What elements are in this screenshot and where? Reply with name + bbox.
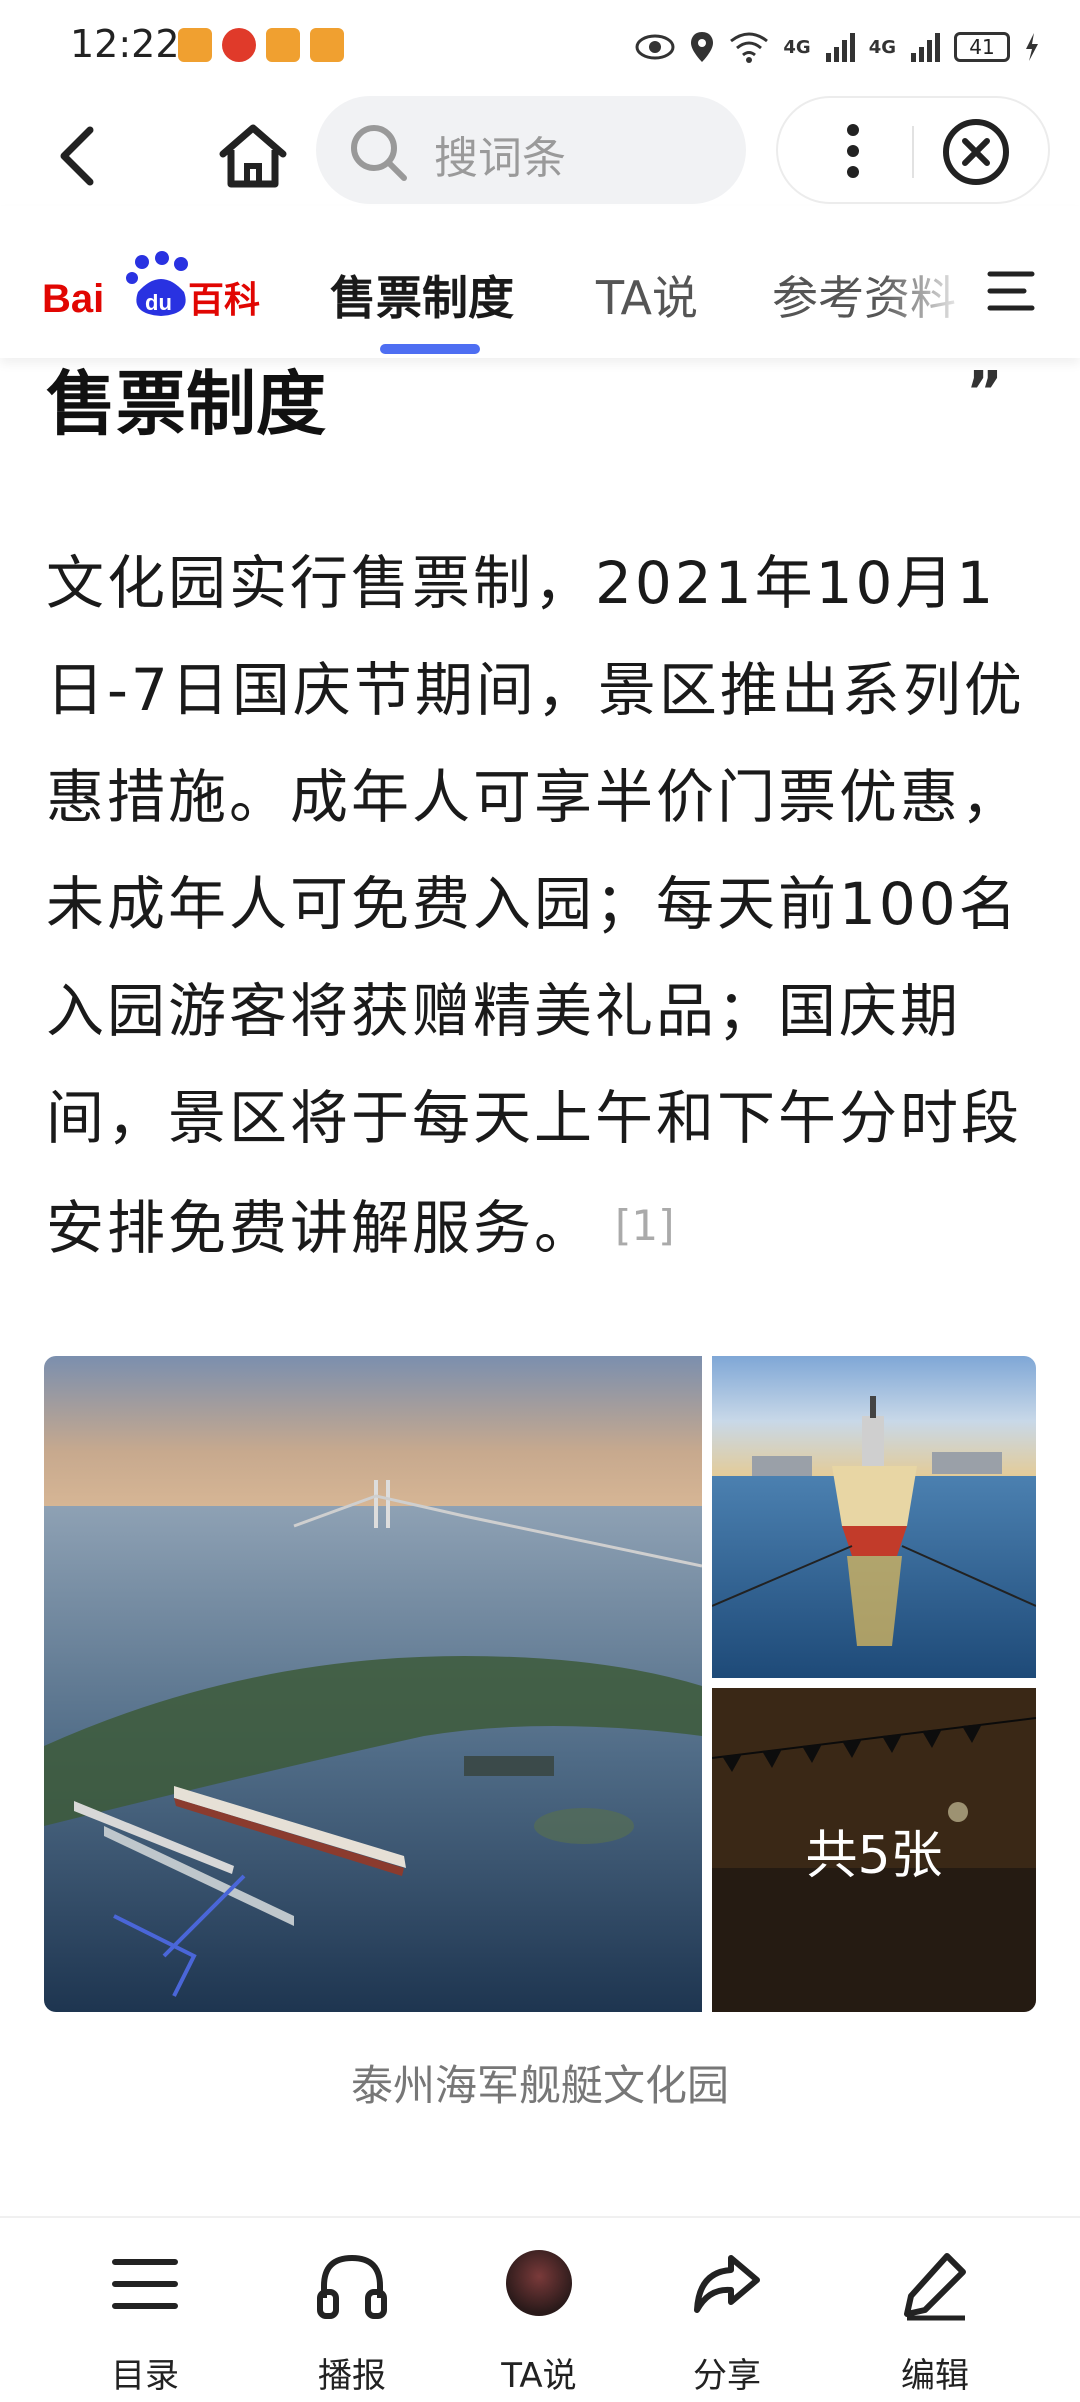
battery-indicator: 41 bbox=[954, 32, 1010, 62]
notification-icon bbox=[310, 28, 344, 62]
svg-text:Bai: Bai bbox=[42, 277, 104, 321]
harbor-aerial-photo bbox=[44, 1356, 702, 2012]
edit-icon bbox=[904, 2253, 966, 2321]
home-icon bbox=[219, 124, 287, 188]
navigation-bar: 搜词条 bbox=[0, 96, 1080, 206]
close-circle-icon bbox=[943, 119, 1009, 185]
share-icon bbox=[694, 2255, 760, 2313]
tab-ta-says[interactable]: TA说 bbox=[596, 262, 698, 328]
status-bar: 12:22 4G 4G 41 bbox=[0, 0, 1080, 96]
article-paragraph: 文化园实行售票制，2021年10月1日-7日国庆节期间，景区推出系列优惠措施。成… bbox=[46, 530, 1036, 1282]
tab-fade-overlay bbox=[880, 246, 970, 336]
baidu-baike-logo[interactable]: Bai du 百科 bbox=[42, 248, 262, 328]
toolbar-edit-button[interactable]: 编辑 bbox=[860, 2244, 1010, 2396]
toolbar-label: 播报 bbox=[318, 2356, 386, 2396]
section-title: 售票制度 bbox=[46, 363, 326, 445]
hamburger-icon bbox=[987, 271, 1035, 311]
gallery-image-2[interactable] bbox=[712, 1356, 1036, 1678]
search-placeholder: 搜词条 bbox=[434, 133, 566, 184]
quote-icon[interactable]: ” bbox=[966, 360, 1003, 425]
toolbar-broadcast-button[interactable]: 播报 bbox=[277, 2244, 427, 2396]
location-icon bbox=[691, 32, 714, 62]
eye-icon bbox=[635, 34, 675, 60]
signal-icon bbox=[911, 33, 940, 62]
toolbar-label: TA说 bbox=[501, 2356, 577, 2396]
toolbar-label: 目录 bbox=[111, 2356, 179, 2396]
citation-link[interactable]: [1] bbox=[615, 1201, 675, 1250]
toolbar-catalog-button[interactable]: 目录 bbox=[70, 2244, 220, 2396]
menu-button[interactable] bbox=[984, 264, 1038, 318]
charging-icon bbox=[1026, 33, 1038, 61]
network-type-label: 4G bbox=[868, 36, 896, 58]
back-arrow-icon bbox=[60, 126, 94, 186]
toolbar-ta-says-button[interactable]: TA说 bbox=[464, 2244, 614, 2396]
gallery-more-images[interactable]: 共5张 bbox=[712, 1688, 1036, 2012]
toolbar-share-button[interactable]: 分享 bbox=[652, 2244, 802, 2396]
gallery-main-image[interactable] bbox=[44, 1356, 702, 2012]
svg-text:du: du bbox=[145, 290, 172, 315]
search-box[interactable]: 搜词条 bbox=[316, 96, 746, 204]
section-tab-bar: Bai du 百科 售票制度 TA说 参考资料 bbox=[0, 206, 1080, 358]
list-icon bbox=[112, 2259, 178, 2309]
signal-icon bbox=[825, 33, 855, 62]
notification-icon bbox=[266, 28, 300, 62]
baidu-paw-icon: Bai du 百科 bbox=[42, 251, 260, 321]
wifi-icon bbox=[730, 32, 769, 63]
avatar bbox=[506, 2250, 572, 2316]
back-button[interactable] bbox=[40, 116, 120, 196]
status-icons: 4G 4G 41 bbox=[635, 22, 1040, 72]
paragraph-text: 文化园实行售票制，2021年10月1日-7日国庆节期间，景区推出系列优惠措施。成… bbox=[46, 549, 1025, 1262]
toolbar-label: 分享 bbox=[693, 2356, 761, 2396]
gallery-caption: 泰州海军舰艇文化园 bbox=[350, 2061, 729, 2110]
ship-reflection-photo bbox=[712, 1356, 1036, 1678]
toolbar-label: 编辑 bbox=[901, 2356, 969, 2396]
notification-icon bbox=[222, 28, 256, 62]
network-type-label: 4G bbox=[783, 36, 811, 58]
more-options-button[interactable] bbox=[818, 116, 888, 186]
more-vertical-icon bbox=[847, 124, 859, 178]
headphones-icon bbox=[317, 2254, 387, 2319]
close-button[interactable] bbox=[938, 114, 1014, 190]
search-icon bbox=[351, 125, 407, 181]
image-gallery[interactable]: 共5张 bbox=[44, 1356, 1036, 2012]
image-count-label: 共5张 bbox=[712, 1688, 1036, 2012]
svg-text:百科: 百科 bbox=[188, 280, 260, 321]
status-time: 12:22 bbox=[70, 22, 180, 66]
capsule-divider bbox=[912, 126, 914, 178]
tab-ticketing[interactable]: 售票制度 bbox=[330, 262, 514, 328]
notification-icon bbox=[178, 28, 212, 62]
active-tab-indicator bbox=[380, 344, 480, 354]
mini-app-capsule bbox=[776, 96, 1050, 204]
bottom-toolbar: 目录 播报 TA说 分享 编辑 bbox=[0, 2216, 1080, 2402]
home-button[interactable] bbox=[213, 116, 293, 196]
